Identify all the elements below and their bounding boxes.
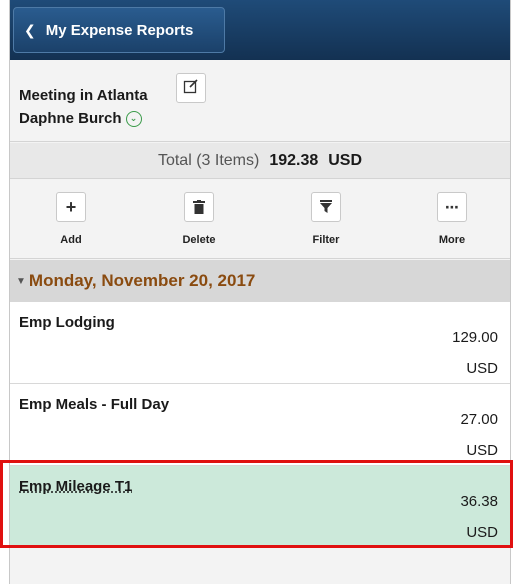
delete-label: Delete <box>182 234 216 246</box>
date-group-header[interactable]: ▼ Monday, November 20, 2017 <box>10 260 510 302</box>
expense-currency: USD <box>466 360 498 377</box>
add-label: Add <box>60 234 82 246</box>
expense-amount: 36.38 <box>460 493 498 510</box>
expense-row-selected[interactable]: Emp Mileage T1 36.38 USD <box>10 466 510 548</box>
app-frame: ❮ My Expense Reports Meeting in Atlanta … <box>9 0 511 584</box>
filter-label: Filter <box>312 234 340 246</box>
edit-button[interactable] <box>176 73 206 103</box>
trash-icon <box>184 192 214 222</box>
chevron-down-icon[interactable]: ⌄ <box>125 110 142 127</box>
ellipsis-icon: ⋯ <box>437 192 467 222</box>
expense-currency: USD <box>466 524 498 541</box>
empty-footer <box>10 548 510 584</box>
edit-icon <box>183 78 199 99</box>
totals-bar: Total (3 Items) 192.38 USD <box>10 143 510 179</box>
employee-field: Daphne Burch ⌄ <box>19 110 142 127</box>
back-button-label: My Expense Reports <box>45 21 194 39</box>
more-label: More <box>438 234 466 246</box>
expense-row[interactable]: Emp Meals - Full Day 27.00 USD <box>10 384 510 466</box>
action-toolbar: + Add Delete Filter ⋯ More <box>10 180 510 259</box>
collapse-triangle-icon: ▼ <box>16 275 26 287</box>
report-header: Meeting in Atlanta Daphne Burch ⌄ <box>10 60 510 142</box>
expense-description: Emp Lodging <box>19 314 115 331</box>
date-group-label: Monday, November 20, 2017 <box>28 271 256 290</box>
back-button[interactable]: ❮ My Expense Reports <box>13 7 225 53</box>
delete-button[interactable]: Delete <box>159 192 239 246</box>
chevron-left-icon: ❮ <box>24 21 36 38</box>
plus-icon: + <box>56 192 86 222</box>
add-button[interactable]: + Add <box>31 192 111 246</box>
expense-currency: USD <box>466 442 498 459</box>
expense-description: Emp Meals - Full Day <box>19 396 170 413</box>
top-bar: ❮ My Expense Reports <box>10 0 510 60</box>
expense-description: Emp Mileage T1 <box>19 478 133 495</box>
total-currency: USD <box>328 151 363 169</box>
expense-row[interactable]: Emp Lodging 129.00 USD <box>10 302 510 384</box>
total-amount: 192.38 <box>269 151 319 169</box>
total-label: Total (3 Items) <box>157 151 260 169</box>
expense-amount: 129.00 <box>452 329 498 346</box>
employee-name: Daphne Burch <box>19 110 122 127</box>
expense-amount: 27.00 <box>460 411 498 428</box>
filter-icon <box>311 192 341 222</box>
more-button[interactable]: ⋯ More <box>412 192 492 246</box>
report-title: Meeting in Atlanta <box>19 87 148 104</box>
filter-button[interactable]: Filter <box>286 192 366 246</box>
